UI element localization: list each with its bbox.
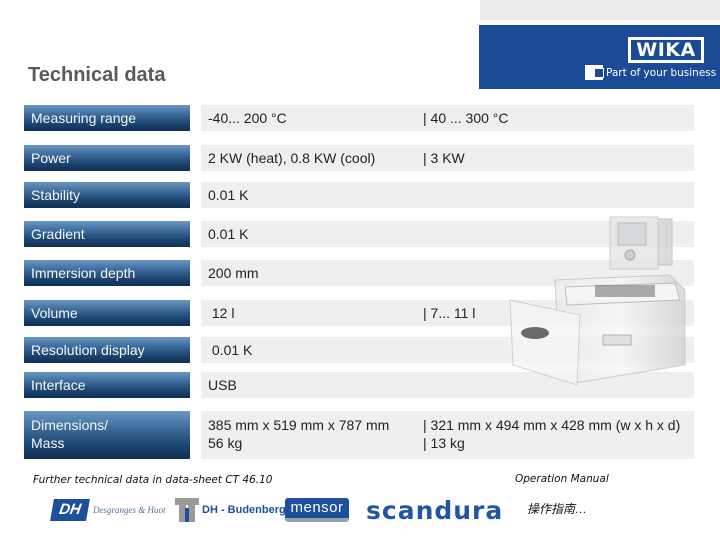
spec-label-line: Mass <box>31 435 65 451</box>
top-strip <box>480 0 720 20</box>
spec-value-line: | 13 kg <box>423 435 465 451</box>
spec-value-secondary: | 40 ... 300 °C <box>423 110 509 126</box>
spec-value-primary: USB <box>208 377 237 393</box>
controller-knob <box>624 249 636 261</box>
spec-label: Interface <box>24 372 190 398</box>
tagline-text: Part of your business <box>606 66 717 79</box>
bath-vent <box>602 334 632 346</box>
product-image <box>509 216 686 386</box>
datasheet-footnote: Further technical data in data-sheet CT … <box>33 474 273 486</box>
tagline-square-icon <box>585 65 604 80</box>
spec-value-primary: 0.01 K <box>208 187 249 203</box>
bath-device <box>509 216 686 386</box>
controller-display <box>617 222 647 246</box>
budenberg-logo-text: DH - Budenberg <box>202 504 286 516</box>
spec-value-primary: -40... 200 °C <box>208 110 287 126</box>
mensor-logo: mensor <box>285 497 349 523</box>
wika-logo-text: WIKA <box>636 39 696 61</box>
controller-side <box>657 218 673 266</box>
spec-label: Stability <box>24 182 190 208</box>
spec-value-primary: 0.01 K <box>208 342 253 358</box>
mensor-logo-text: mensor <box>285 498 349 522</box>
spec-value-secondary: | 3 KW <box>423 150 465 166</box>
spec-value: 385 mm x 519 mm x 787 mm 56 kg | 321 mm … <box>201 411 694 459</box>
dh-mark-icon: DH <box>50 499 90 521</box>
spec-value-secondary: | 321 mm x 494 mm x 428 mm (w x h x d) |… <box>423 416 680 452</box>
dh-logo-text: Desgranges & Huot <box>93 505 166 515</box>
spec-value-primary: 12 l <box>208 305 235 321</box>
spec-label: Immersion depth <box>24 260 190 286</box>
spec-value-primary: 200 mm <box>208 265 259 281</box>
spec-value-line: | 321 mm x 494 mm x 428 mm (w x h x d) <box>423 417 681 433</box>
spec-label: Gradient <box>24 221 190 247</box>
spec-value-primary: 385 mm x 519 mm x 787 mm 56 kg <box>208 416 389 452</box>
spec-label: Dimensions/ Mass <box>24 411 190 459</box>
spec-label: Measuring range <box>24 105 190 131</box>
spec-value-secondary: | 7... 11 l <box>423 305 476 321</box>
wika-logo: WIKA <box>628 37 704 63</box>
spec-label: Resolution display <box>24 337 190 363</box>
spec-value-primary: 0.01 K <box>208 226 249 242</box>
scandura-logo: scandura <box>366 495 504 525</box>
dh-budenberg-logo: DH - Budenberg <box>175 497 286 523</box>
bath-opening <box>595 285 655 297</box>
spec-value-line: 385 mm x 519 mm x 787 mm <box>208 417 390 433</box>
operation-manual-link[interactable]: Operation Manual <box>515 473 609 485</box>
spec-label: Volume <box>24 300 190 326</box>
wika-tagline: Part of your business <box>585 65 716 80</box>
operation-manual-cn-link[interactable]: 操作指南… <box>527 500 587 517</box>
bath-door <box>509 299 581 386</box>
desgranges-huot-logo: DH Desgranges & Huot <box>50 497 166 523</box>
spec-value-primary: 2 KW (heat), 0.8 KW (cool) <box>208 150 376 166</box>
spec-value: -40... 200 °C | 40 ... 300 °C <box>201 105 694 131</box>
spec-value: 2 KW (heat), 0.8 KW (cool) | 3 KW <box>201 145 694 171</box>
spec-label-line: Dimensions/ <box>31 417 109 433</box>
spec-label: Power <box>24 145 190 171</box>
budenberg-mark-icon <box>175 498 199 522</box>
page-title: Technical data <box>28 64 166 86</box>
spec-value-line: 56 kg <box>208 435 243 451</box>
scandura-logo-text: scandura <box>366 495 504 525</box>
door-handle <box>521 327 549 339</box>
